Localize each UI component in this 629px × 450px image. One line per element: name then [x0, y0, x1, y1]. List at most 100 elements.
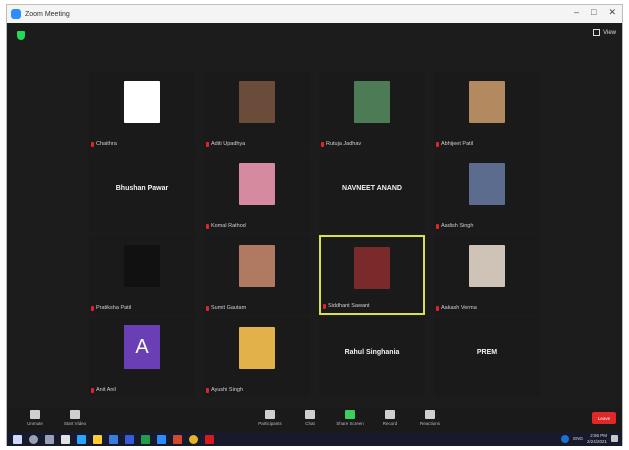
participant-name-label: Pratiksha Patil	[91, 305, 131, 311]
dropbox-icon[interactable]	[77, 434, 86, 444]
participants-label: Participants	[258, 421, 282, 426]
participant-name-label: Anit Anil	[91, 387, 116, 393]
record-label: Record	[382, 421, 398, 426]
chat-label: Chat	[305, 421, 315, 426]
muted-mic-icon	[321, 141, 324, 147]
participant-name-label: Ayushi Singh	[206, 387, 243, 393]
store-icon[interactable]	[109, 434, 118, 444]
start-windows-icon[interactable]	[13, 434, 22, 444]
participant-tile[interactable]: Komal Rathod	[204, 153, 310, 233]
participant-tile[interactable]: Rutuja Jadhav	[319, 71, 425, 151]
participant-tile[interactable]: Pratiksha Patil	[89, 235, 195, 315]
participant-photo	[469, 245, 505, 287]
start-video-label: Start Video	[63, 421, 87, 426]
participant-tile[interactable]: Chaithra	[89, 71, 195, 151]
meeting-toolbar: Unmute Start Video Participants Chat Sha…	[7, 407, 622, 432]
microphone-muted-icon	[30, 410, 40, 419]
participant-photo	[469, 163, 505, 205]
record-button[interactable]: Record	[372, 410, 408, 426]
excel-icon[interactable]	[141, 434, 150, 444]
participant-name: Abhijeet Patil	[441, 141, 474, 147]
participant-photo	[239, 245, 275, 287]
participant-tile[interactable]: Rahul Singhania	[319, 317, 425, 397]
participant-tile[interactable]: Aakash Verma	[434, 235, 540, 315]
participants-button[interactable]: Participants	[252, 410, 288, 426]
zoom-app-icon	[11, 9, 21, 19]
reactions-button[interactable]: Reactions	[412, 410, 448, 426]
taskbar-clock[interactable]: 2:56 PM 2/24/2021	[587, 433, 607, 444]
title-bar: Zoom Meeting – □ ✕	[7, 5, 622, 23]
window-title: Zoom Meeting	[25, 10, 70, 18]
muted-mic-icon	[91, 305, 94, 311]
system-tray: ENG 2:56 PM 2/24/2021	[561, 433, 618, 444]
language-indicator[interactable]: ENG	[573, 436, 583, 441]
participant-photo	[469, 81, 505, 123]
share-screen-button[interactable]: Share Screen	[332, 410, 368, 426]
gallery-view-icon	[593, 29, 601, 36]
participant-tile[interactable]: Sumit Gautam	[204, 235, 310, 315]
close-button[interactable]: ✕	[608, 7, 616, 18]
participant-name: Aadish Singh	[441, 223, 474, 229]
reactions-smiley-icon	[425, 410, 435, 419]
globe-icon[interactable]	[561, 434, 570, 443]
share-screen-icon	[345, 410, 355, 419]
participant-display-name: PREM	[476, 349, 498, 356]
window-controls: – □ ✕	[574, 7, 616, 18]
muted-mic-icon	[436, 305, 439, 311]
participant-display-name: Rahul Singhania	[344, 349, 400, 356]
participant-photo	[124, 245, 160, 287]
video-camera-icon	[70, 410, 80, 419]
muted-mic-icon	[206, 387, 209, 393]
participant-photo	[239, 163, 275, 205]
participant-tile[interactable]: PREM	[434, 317, 540, 397]
participant-name-label: Sumit Gautam	[206, 305, 246, 311]
participant-tile[interactable]: A Anit Anil	[89, 317, 195, 397]
participant-photo	[354, 81, 390, 123]
unmute-button[interactable]: Unmute	[17, 410, 53, 426]
muted-mic-icon	[206, 305, 209, 311]
participant-display-name: Bhushan Pawar	[115, 185, 169, 192]
participant-name: Pratiksha Patil	[96, 305, 132, 311]
opera-icon[interactable]	[205, 434, 214, 444]
minimize-button[interactable]: –	[574, 7, 579, 18]
word-icon[interactable]	[125, 434, 134, 444]
maximize-button[interactable]: □	[591, 7, 596, 18]
zoom-taskbar-icon[interactable]	[157, 434, 166, 444]
participant-tile[interactable]: Aadish Singh	[434, 153, 540, 233]
muted-mic-icon	[206, 223, 209, 229]
view-button[interactable]: View	[593, 29, 616, 36]
participant-name-label: Aadish Singh	[436, 223, 473, 229]
view-label: View	[603, 29, 616, 36]
windows-taskbar: ENG 2:56 PM 2/24/2021	[7, 432, 622, 446]
powerpoint-icon[interactable]	[173, 434, 182, 444]
security-shield-icon[interactable]	[17, 31, 25, 40]
clock-time: 2:56 PM	[590, 433, 607, 438]
participant-tile[interactable]: Abhijeet Patil	[434, 71, 540, 151]
reactions-label: Reactions	[419, 421, 440, 426]
participant-tile[interactable]: Bhushan Pawar	[89, 153, 195, 233]
participant-tile[interactable]: Siddhant Sawant	[319, 235, 425, 315]
start-video-button[interactable]: Start Video	[57, 410, 93, 426]
participant-name: Ayushi Singh	[211, 387, 244, 393]
folder-icon[interactable]	[93, 434, 102, 444]
participant-tile[interactable]: NAVNEET ANAND	[319, 153, 425, 233]
notifications-icon[interactable]	[611, 435, 618, 442]
unmute-label: Unmute	[27, 421, 43, 426]
participant-grid: Chaithra Aditi Upadhya Rutuja Jadhav Abhije…	[89, 71, 540, 401]
participant-name: Aakash Verma	[441, 305, 477, 311]
task-view-icon[interactable]	[45, 434, 54, 444]
chat-button[interactable]: Chat	[292, 410, 328, 426]
file-icon[interactable]	[61, 434, 70, 444]
muted-mic-icon	[206, 141, 209, 147]
participant-name-label: Aakash Verma	[436, 305, 477, 311]
participant-display-name: NAVNEET ANAND	[342, 185, 402, 192]
chat-bubble-icon	[305, 410, 315, 419]
participant-tile[interactable]: Aditi Upadhya	[204, 71, 310, 151]
leave-button[interactable]: Leave	[592, 412, 616, 424]
search-icon[interactable]	[29, 434, 38, 444]
participant-name-label: Aditi Upadhya	[206, 141, 245, 147]
participant-name: Sumit Gautam	[211, 305, 247, 311]
participant-tile[interactable]: Ayushi Singh	[204, 317, 310, 397]
participant-name: Anit Anil	[96, 387, 116, 393]
chrome-icon[interactable]	[189, 434, 198, 444]
